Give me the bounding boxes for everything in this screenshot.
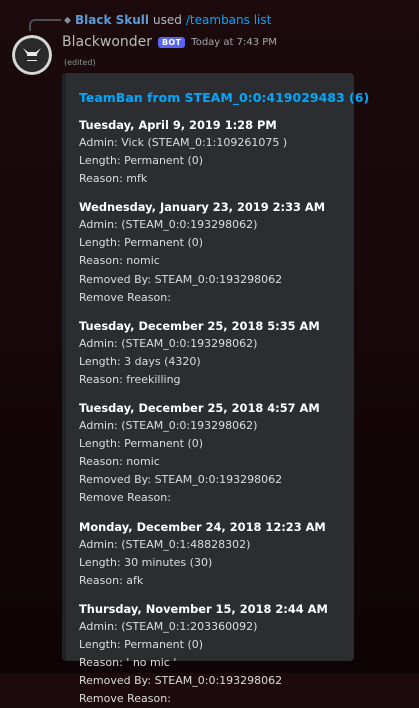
ban-entry: Wednesday, January 23, 2019 2:33 AM Admi…: [79, 199, 342, 306]
ban-date: Tuesday, December 25, 2018 4:57 AM: [79, 401, 320, 416]
reply-command[interactable]: /teambans list: [186, 13, 271, 27]
ban-date: Tuesday, April 9, 2019 1:28 PM: [79, 118, 277, 132]
ban-entry: Monday, December 24, 2018 12:23 AM Admin…: [79, 519, 342, 590]
ban-reason: Reason: ' no mic ': [79, 655, 177, 669]
ban-admin: Admin: (STEAM_0:0:193298062): [79, 419, 258, 433]
ban-removed-by: Removed By: STEAM_0:0:193298062: [79, 272, 283, 286]
slash-command-icon: ⬥: [64, 14, 71, 26]
message-header: Blackwonder BOT Today at 7:43 PM: [62, 34, 277, 50]
ban-admin: Admin: (STEAM_0:1:48828302): [79, 537, 251, 551]
ban-entry: Tuesday, December 25, 2018 4:57 AM Admin…: [79, 400, 342, 507]
reply-verb: used: [153, 13, 182, 27]
ban-entry: Thursday, November 15, 2018 2:44 AM Admi…: [79, 601, 342, 708]
ban-reason: Reason: nomic: [79, 455, 160, 469]
ban-admin: Admin: Vick (STEAM_0:1:109261075 ): [79, 136, 288, 149]
ban-length: Length: 30 minutes (30): [79, 555, 213, 569]
embed-title[interactable]: TeamBan from STEAM_0:0:419029483 (6): [79, 90, 369, 105]
username[interactable]: Blackwonder: [62, 34, 152, 50]
reply-connector-line: [29, 19, 61, 31]
ban-removed-by: Removed By: STEAM_0:0:193298062: [79, 473, 283, 487]
reply-user[interactable]: Black Skull: [75, 13, 149, 27]
teamban-embed: TeamBan from STEAM_0:0:419029483 (6) Tue…: [62, 73, 369, 705]
ban-length: Length: Permanent (0): [79, 437, 204, 451]
reply-reference[interactable]: ⬥ Black Skull used /teambans list: [64, 13, 271, 27]
ban-reason: Reason: mfk: [79, 172, 148, 186]
ban-length: Length: Permanent (0): [79, 637, 204, 651]
ban-admin: Admin: (STEAM_0:1:203360092): [79, 619, 258, 633]
ban-date: Wednesday, January 23, 2019 2:33 AM: [79, 200, 326, 215]
ban-length: Length: Permanent (0): [79, 236, 204, 250]
bot-badge: BOT: [158, 36, 186, 48]
ban-date: Thursday, November 15, 2018 2:44 AM: [79, 601, 328, 616]
ban-date: Monday, December 24, 2018 12:23 AM: [79, 519, 326, 534]
ban-length: Length: Permanent (0): [79, 154, 204, 168]
bot-avatar-icon: [12, 35, 52, 75]
ban-date: Tuesday, December 25, 2018 5:35 AM: [79, 318, 320, 333]
ban-entry: Tuesday, December 25, 2018 5:35 AM Admin…: [79, 318, 342, 389]
ban-reason: Reason: freekilling: [79, 372, 181, 386]
ban-admin: Admin: (STEAM_0:0:193298062): [79, 336, 258, 350]
ban-remove-reason: Remove Reason:: [79, 491, 171, 505]
ban-entry: Tuesday, April 9, 2019 1:28 PM Admin: Vi…: [79, 117, 342, 188]
ban-admin: Admin: (STEAM_0:0:193298062): [79, 218, 258, 232]
ban-length: Length: 3 days (4320): [79, 354, 201, 368]
ban-reason: Reason: nomic: [79, 254, 160, 268]
message-timestamp[interactable]: Today at 7:43 PM: [191, 37, 277, 48]
ban-remove-reason: Remove Reason:: [79, 290, 171, 304]
avatar[interactable]: [12, 35, 52, 75]
ban-reason: Reason: afk: [79, 573, 144, 587]
edited-label: (edited): [64, 58, 96, 67]
ban-remove-reason: Remove Reason:: [79, 692, 171, 706]
ban-removed-by: Removed By: STEAM_0:0:193298062: [79, 674, 283, 688]
